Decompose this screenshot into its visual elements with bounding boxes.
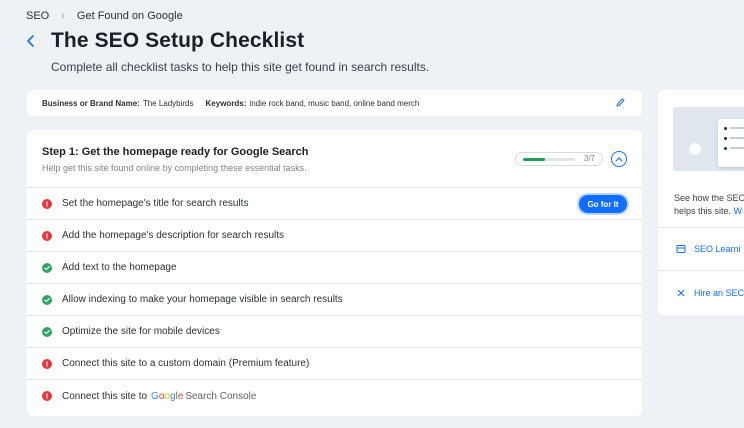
checklist-illustration	[718, 119, 744, 167]
divider	[658, 270, 744, 271]
checkmark-icon	[42, 262, 52, 273]
step-title: Step 1: Get the homepage ready for Googl…	[42, 146, 309, 158]
task-row[interactable]: Add the homepage's description for searc…	[27, 220, 642, 252]
side-text-line1: See how the SEO	[674, 193, 744, 203]
task-text: Allow indexing to make your homepage vis…	[62, 294, 343, 305]
progress-text: 3/7	[583, 154, 595, 163]
seo-learning-link[interactable]: SEO Learni	[676, 244, 741, 254]
breadcrumb: SEO › Get Found on Google	[26, 10, 183, 22]
step-subtitle: Help get this site found online by compl…	[42, 163, 307, 173]
pencil-icon	[616, 98, 625, 107]
edit-button[interactable]	[615, 97, 626, 108]
business-value: The Ladybirds	[142, 98, 194, 108]
task-label: Add the homepage's description for searc…	[62, 230, 284, 241]
search-console-wordmark: Search Console	[185, 390, 257, 402]
collapse-button[interactable]	[611, 151, 627, 167]
handshake-icon	[677, 289, 685, 297]
checkmark-icon	[42, 294, 52, 305]
checklist-card: Step 1: Get the homepage ready for Googl…	[27, 130, 642, 416]
chevron-up-icon	[615, 157, 623, 162]
task-label: Optimize the site for mobile devices	[62, 326, 220, 337]
task-label: Connect this site to Google Search Console	[62, 391, 256, 402]
task-row[interactable]: Connect this site to a custom domain (Pr…	[27, 348, 642, 380]
site-info-bar: Business or Brand Name: The Ladybirds Ke…	[27, 90, 642, 116]
seo-learning-label: SEO Learni	[694, 244, 741, 254]
exclamation-icon	[42, 391, 52, 401]
task-text: Add the homepage's description for searc…	[62, 230, 285, 241]
go-for-it-button[interactable]: Go for It	[579, 195, 627, 213]
task-row[interactable]: Connect this site to Google Search Console	[27, 380, 642, 412]
task-text: Add text to the homepage	[62, 262, 177, 273]
video-thumbnail[interactable]	[673, 107, 744, 171]
side-panel: See how the SEO helps this site. W SEO L…	[658, 90, 744, 315]
task-text: Optimize the site for mobile devices	[62, 326, 220, 337]
exclamation-icon	[42, 358, 52, 369]
task-list: Set the homepage's title for search resu…	[27, 188, 642, 412]
play-icon	[689, 143, 701, 155]
task-text: Connect this site to a custom domain (Pr…	[62, 358, 310, 369]
breadcrumb-current: Get Found on Google	[76, 10, 183, 22]
page-title: The SEO Setup Checklist	[51, 29, 305, 52]
step-header: Step 1: Get the homepage ready for Googl…	[27, 130, 642, 188]
side-text-link[interactable]: W	[734, 206, 743, 216]
task-text: Connect this site to	[62, 390, 148, 402]
divider	[658, 227, 744, 228]
side-text-line2: helps this site.	[674, 206, 732, 216]
back-button[interactable]	[24, 33, 38, 49]
exclamation-icon	[42, 198, 52, 209]
keywords-label: Keywords:	[205, 98, 247, 108]
task-label: Add text to the homepage	[62, 262, 177, 273]
task-text: Set the homepage's title for search resu…	[62, 198, 249, 209]
checkmark-icon	[42, 326, 52, 337]
hire-expert-link[interactable]: Hire an SEC	[676, 288, 744, 298]
progress-indicator: 3/7	[515, 152, 603, 166]
task-row[interactable]: Set the homepage's title for search resu…	[27, 188, 642, 220]
task-label: Set the homepage's title for search resu…	[62, 198, 248, 209]
google-wordmark: Google	[151, 390, 184, 402]
task-row[interactable]: Add text to the homepage	[27, 252, 642, 284]
book-icon	[676, 245, 686, 253]
google-search-console-logo: Google Search Console	[151, 391, 256, 402]
chevron-left-icon	[27, 35, 34, 47]
page-subtitle: Complete all checklist tasks to help thi…	[51, 60, 430, 74]
exclamation-icon	[42, 230, 52, 241]
hire-expert-label: Hire an SEC	[694, 288, 744, 298]
breadcrumb-seo[interactable]: SEO	[26, 10, 49, 22]
keywords-value: indie rock band, music band, online band…	[249, 98, 420, 108]
task-row[interactable]: Optimize the site for mobile devices	[27, 316, 642, 348]
task-label: Connect this site to a custom domain (Pr…	[62, 358, 309, 369]
task-row[interactable]: Allow indexing to make your homepage vis…	[27, 284, 642, 316]
progress-track	[523, 158, 575, 161]
chevron-right-icon: ›	[61, 10, 65, 22]
side-description: See how the SEO helps this site. W	[674, 192, 744, 218]
task-label: Allow indexing to make your homepage vis…	[62, 294, 343, 305]
business-label: Business or Brand Name:	[42, 98, 140, 108]
progress-fill	[523, 158, 546, 161]
